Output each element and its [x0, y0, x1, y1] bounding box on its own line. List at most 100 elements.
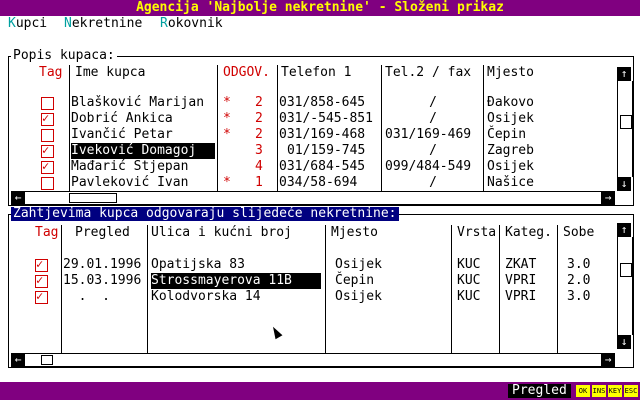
scroll-thumb[interactable]	[620, 263, 632, 277]
menu-rokovnik[interactable]: Rokovnik	[160, 16, 223, 32]
buyer-phone2: /	[429, 95, 437, 110]
buyer-odgov: 2	[255, 111, 263, 126]
vertical-scrollbar[interactable]	[617, 81, 633, 177]
matches-header-rooms: Sobe	[563, 225, 595, 240]
property-place: Osijek	[335, 257, 382, 272]
buyer-phone1: 034/58-694	[279, 175, 358, 190]
buyer-place: Osijek	[487, 111, 534, 126]
table-row[interactable]: . . Kolodvorska 14 Osijek KUC VPRI 3.0	[9, 289, 609, 305]
table-row[interactable]: Pavleković Ivan * 1 034/58-694 / Našice	[9, 175, 609, 191]
row-tag-checkbox[interactable]	[41, 143, 54, 158]
buyer-phone2: 031/169-469	[385, 127, 472, 142]
menu-nekretnine-hotkey: N	[64, 16, 72, 31]
review-date: 29.01.1996	[63, 257, 142, 272]
property-category: ZKAT	[505, 257, 537, 272]
menu-nekretnine-label: ekretnine	[71, 16, 143, 31]
scroll-down-button[interactable]: ↓	[617, 335, 631, 349]
street-address: Strossmayerova 11B	[151, 273, 321, 289]
buyer-name: Mađarić Stjepan	[71, 159, 189, 174]
buyer-odgov: 3	[255, 143, 263, 158]
buyer-star: *	[223, 95, 231, 110]
buyers-header-phone2: Tel.2 / fax	[385, 65, 472, 80]
buyers-header-place: Mjesto	[487, 65, 534, 80]
horizontal-scrollbar[interactable]	[25, 191, 601, 205]
buyer-phone1: 031/684-545	[279, 159, 366, 174]
menu-kupci-hotkey: K	[8, 16, 16, 31]
key-key-indicator[interactable]: KEY	[608, 385, 622, 397]
menu-kupci[interactable]: Kupci	[8, 16, 47, 32]
buyer-place: Našice	[487, 175, 534, 190]
row-tag-checkbox[interactable]	[41, 97, 54, 110]
buyer-phone1: 031/169-468	[279, 127, 366, 142]
matches-header-category: Kateg.	[505, 225, 552, 240]
scroll-up-button[interactable]: ↑	[617, 223, 631, 237]
street-address: Kolodvorska 14	[151, 289, 261, 304]
buyer-phone2: /	[429, 111, 437, 126]
key-ok-indicator[interactable]: OK	[576, 385, 590, 397]
buyers-header-odgov: ODGOV.	[223, 65, 270, 80]
buyer-phone1: 031/858-645	[279, 95, 366, 110]
row-tag-checkbox[interactable]	[35, 257, 48, 272]
property-category: VPRI	[505, 289, 537, 304]
property-category: VPRI	[505, 273, 537, 288]
row-tag-checkbox[interactable]	[35, 289, 48, 304]
key-esc-indicator[interactable]: ESC	[624, 385, 638, 397]
buyer-star: *	[223, 127, 231, 142]
row-tag-checkbox[interactable]	[41, 177, 54, 190]
menu-kupci-label: upci	[15, 16, 48, 31]
scroll-right-button[interactable]: →	[601, 191, 615, 205]
scroll-thumb[interactable]	[69, 193, 117, 203]
row-tag-checkbox[interactable]	[35, 273, 48, 288]
scroll-left-button[interactable]: ←	[11, 191, 25, 205]
property-type: KUC	[457, 257, 481, 272]
buyer-star: *	[223, 111, 231, 126]
buyer-name: Ivančić Petar	[71, 127, 173, 142]
table-row[interactable]: 29.01.1996 Opatijska 83 Osijek KUC ZKAT …	[9, 257, 609, 273]
buyer-phone2: /	[429, 175, 437, 190]
buyer-place: Đakovo	[487, 95, 534, 110]
buyers-header-phone1: Telefon 1	[281, 65, 352, 80]
property-rooms: 3.0	[567, 257, 591, 272]
table-row[interactable]: Mađarić Stjepan 4 031/684-545 099/484-54…	[9, 159, 609, 175]
buyer-odgov: 4	[255, 159, 263, 174]
property-rooms: 2.0	[567, 273, 591, 288]
menu-bar: Kupci Nekretnine Rokovnik	[0, 16, 640, 32]
menu-rokovnik-hotkey: R	[160, 16, 168, 31]
table-row-selected[interactable]: Iveković Domagoj 3 01/159-745 / Zagreb	[9, 143, 609, 159]
property-type: KUC	[457, 289, 481, 304]
horizontal-scrollbar[interactable]	[25, 353, 601, 367]
buyer-place: Zagreb	[487, 143, 534, 158]
table-row[interactable]: Dobrić Ankica * 2 031/-545-851 / Osijek	[9, 111, 609, 127]
vertical-scrollbar[interactable]	[617, 237, 633, 335]
scroll-down-button[interactable]: ↓	[617, 177, 631, 191]
table-row-selected[interactable]: 15.03.1996 Strossmayerova 11B Čepin KUC …	[9, 273, 609, 289]
buyers-header-tag: Tag	[39, 65, 63, 80]
buyer-place: Čepin	[487, 127, 527, 142]
scroll-thumb[interactable]	[620, 115, 632, 129]
table-row[interactable]: Ivančić Petar * 2 031/169-468 031/169-46…	[9, 127, 609, 143]
row-tag-checkbox[interactable]	[41, 111, 54, 126]
buyer-name: Pavleković Ivan	[71, 175, 189, 190]
matches-panel: Zahtjevima kupca odgovaraju slijedeće ne…	[8, 207, 634, 368]
table-row[interactable]: Blašković Marijan * 2 031/858-645 / Đako…	[9, 95, 609, 111]
matches-panel-title: Zahtjevima kupca odgovaraju slijedeće ne…	[11, 206, 399, 221]
property-place: Osijek	[335, 289, 382, 304]
mode-indicator: Pregled	[508, 384, 571, 398]
review-date: . .	[63, 289, 110, 304]
scroll-left-button[interactable]: ←	[11, 353, 25, 367]
row-tag-checkbox[interactable]	[41, 159, 54, 174]
property-place: Čepin	[335, 273, 375, 288]
menu-nekretnine[interactable]: Nekretnine	[64, 16, 142, 32]
key-ins-indicator[interactable]: INS	[592, 385, 606, 397]
scroll-right-button[interactable]: →	[601, 353, 615, 367]
matches-header-street: Ulica i kućni broj	[151, 225, 292, 240]
buyer-phone1: 031/-545-851	[279, 111, 373, 126]
property-type: KUC	[457, 273, 481, 288]
buyers-panel: Popis kupaca: Tag Ime kupca ODGOV. Telef…	[8, 49, 634, 206]
scroll-up-button[interactable]: ↑	[617, 67, 631, 81]
buyer-odgov: 2	[255, 127, 263, 142]
matches-header-tag: Tag	[35, 225, 59, 240]
scroll-thumb[interactable]	[41, 355, 53, 365]
row-tag-checkbox[interactable]	[41, 129, 54, 142]
status-bar: Pregled OK INS KEY ESC	[0, 382, 640, 400]
